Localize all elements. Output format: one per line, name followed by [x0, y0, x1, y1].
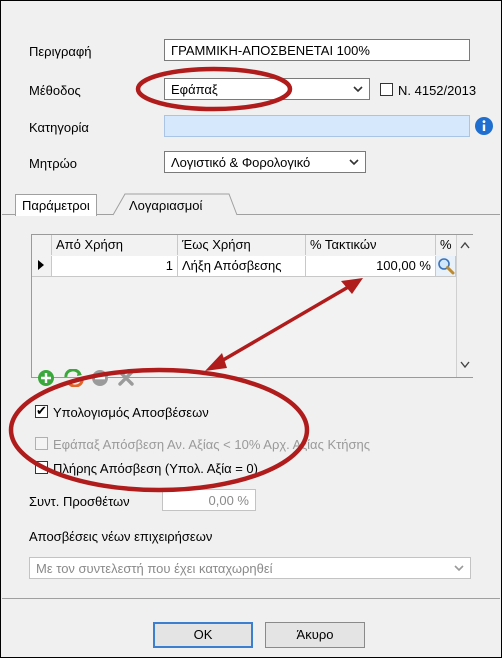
grid-scrollbar[interactable] [456, 235, 473, 377]
chevron-down-icon [454, 561, 464, 575]
new-business-label: Αποσβέσεις νέων επιχειρήσεων [29, 529, 213, 544]
remove-row-icon[interactable] [91, 369, 109, 390]
parameters-grid: Από Χρήση Έως Χρήση % Τακτικών % 1 Λήξη … [31, 234, 473, 378]
full-depreciation-label: Πλήρης Απόσβεση (Υπολ. Αξία = 0) [53, 461, 258, 476]
column-header-pct[interactable]: % [436, 235, 456, 255]
cancel-button[interactable]: Άκυρο [265, 622, 365, 648]
scroll-up-icon[interactable] [460, 241, 470, 249]
description-label: Περιγραφή [29, 44, 92, 59]
info-icon[interactable] [474, 116, 494, 136]
add-row-icon[interactable] [37, 369, 55, 390]
cell-percent[interactable]: 100,00 % [306, 256, 436, 277]
law-label: Ν. 4152/2013 [398, 83, 477, 98]
category-label: Κατηγορία [29, 120, 89, 135]
ok-button[interactable]: OK [153, 622, 253, 648]
row-selector[interactable] [32, 256, 52, 277]
full-depreciation-checkbox[interactable] [35, 461, 48, 474]
cell-to[interactable]: Λήξη Απόσβεσης [178, 256, 306, 277]
depreciation-dialog: Περιγραφή ΓΡΑΜΜΙΚΗ-ΑΠΟΣΒΕΝΕΤΑΙ 100% Μέθο… [0, 0, 502, 658]
calc-depreciation-label: Υπολογισμός Αποσβέσεων [53, 405, 209, 420]
category-input[interactable] [164, 115, 470, 137]
column-header-to[interactable]: Έως Χρήση [178, 235, 306, 255]
cell-from[interactable]: 1 [52, 256, 178, 277]
one-time-checkbox[interactable] [35, 437, 48, 450]
tab-accounts[interactable]: Λογαριασμοί [123, 195, 208, 216]
registry-value: Λογιστικό & Φορολογικό [171, 155, 311, 170]
description-input[interactable]: ΓΡΑΜΜΙΚΗ-ΑΠΟΣΒΕΝΕΤΑΙ 100% [164, 39, 470, 61]
registry-select[interactable]: Λογιστικό & Φορολογικό [164, 151, 366, 173]
magnifier-icon[interactable] [437, 257, 455, 275]
surcharge-label: Συντ. Προσθέτων [29, 494, 130, 509]
chevron-down-icon [349, 155, 359, 169]
law-checkbox[interactable] [380, 83, 393, 96]
new-business-select[interactable]: Με τον συντελεστή που έχει καταχωρηθεί [29, 557, 471, 579]
footer-divider [2, 598, 500, 599]
row-header-corner [32, 235, 52, 255]
cell-lookup[interactable] [436, 256, 456, 277]
delete-icon[interactable] [117, 369, 135, 390]
registry-label: Μητρώο [29, 156, 77, 171]
column-header-from[interactable]: Από Χρήση [52, 235, 178, 255]
surcharge-input[interactable]: 0,00 % [162, 489, 256, 511]
scroll-down-icon[interactable] [460, 361, 470, 369]
one-time-label: Εφάπαξ Απόσβεση Αν. Αξίας < 10% Αρχ. Αξί… [53, 437, 371, 452]
tab-parameters[interactable]: Παράμετροι [15, 194, 97, 216]
column-header-percent[interactable]: % Τακτικών [306, 235, 436, 255]
new-business-value: Με τον συντελεστή που έχει καταχωρηθεί [36, 561, 273, 576]
method-value: Εφάπαξ [171, 82, 218, 97]
calc-depreciation-checkbox[interactable] [35, 403, 48, 419]
refresh-icon[interactable] [63, 368, 85, 390]
method-select[interactable]: Εφάπαξ [164, 78, 370, 100]
chevron-down-icon [353, 82, 363, 96]
method-label: Μέθοδος [29, 83, 81, 98]
